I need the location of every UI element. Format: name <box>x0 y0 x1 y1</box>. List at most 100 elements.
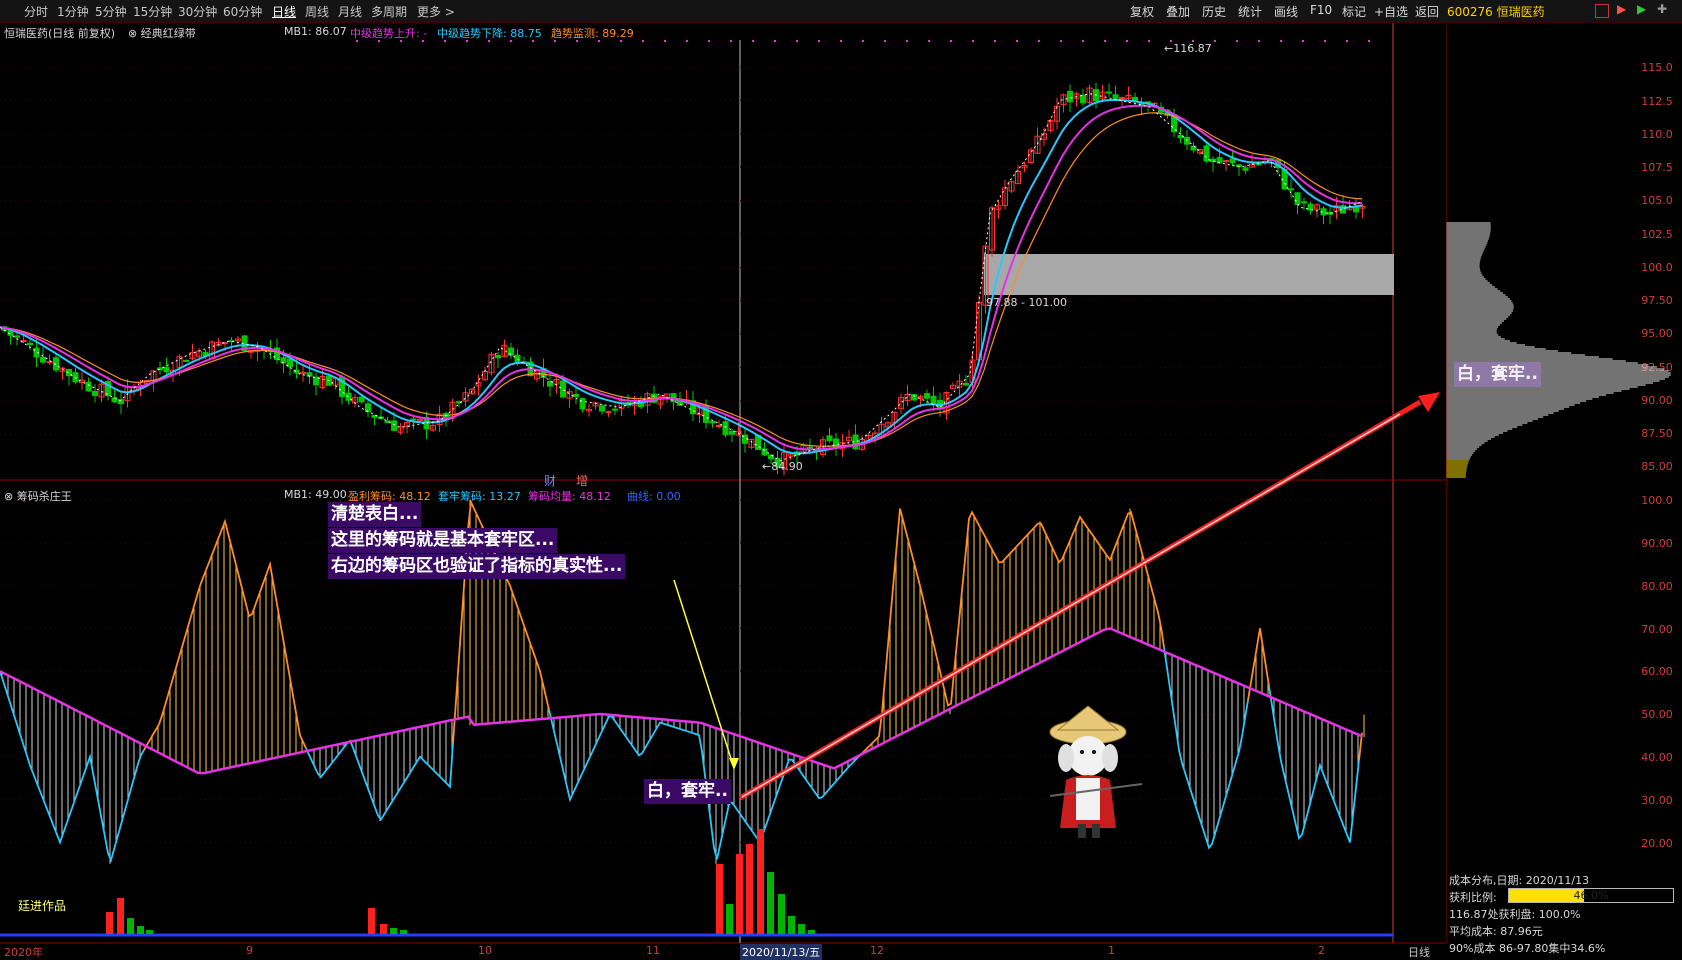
chip-distribution-panel <box>1445 23 1682 943</box>
candle-body <box>85 381 92 392</box>
volume-bar <box>767 872 774 934</box>
increase-marker[interactable]: 增 <box>576 472 588 489</box>
candle-body <box>1229 158 1236 164</box>
guide-dot <box>554 40 556 42</box>
guide-dot <box>1060 40 1062 42</box>
candle-body <box>417 418 423 421</box>
chip-volume-bars <box>106 829 815 934</box>
candle-body <box>1294 192 1301 205</box>
candle-body <box>729 430 735 435</box>
candle-body <box>1184 136 1190 145</box>
volume-bar <box>798 924 805 934</box>
candle-body <box>1236 164 1242 168</box>
volume-bar <box>757 829 764 934</box>
candle-body <box>1242 167 1249 171</box>
guide-dot <box>576 40 578 42</box>
candle-body <box>1177 134 1184 139</box>
avg-cost-line: 平均成本: 87.96元 <box>1449 925 1543 938</box>
menu-icon[interactable] <box>1595 4 1609 18</box>
candle-body <box>1106 91 1112 94</box>
flag-icon[interactable]: ▶ <box>1617 2 1626 16</box>
candle-body <box>287 358 293 368</box>
guide-dot <box>1148 40 1150 42</box>
curve-value: 曲线: 0.00 <box>627 490 681 503</box>
volume-bar <box>716 864 723 934</box>
volume-bar <box>746 844 753 934</box>
candle-body <box>826 435 833 442</box>
profit-at-price-line: 116.87处获利盘: 100.0% <box>1449 908 1581 921</box>
time-label: 1 <box>1108 944 1115 957</box>
candle-body <box>709 420 716 424</box>
guide-dot <box>1324 40 1326 42</box>
trapped-chips-value: 套牢筹码: 13.27 <box>438 490 521 503</box>
profit-trapped-line <box>143 518 307 751</box>
guide-dot <box>1214 40 1216 42</box>
chart-canvas <box>0 23 1446 944</box>
candle-body <box>573 394 579 398</box>
candle-body <box>1080 94 1086 104</box>
candle-body <box>560 380 566 398</box>
profit-ratio-bar: 46.0% <box>1508 888 1674 903</box>
annotation-line-3: 右边的筹码区也验证了指标的真实性... <box>328 554 626 579</box>
guide-dot <box>444 40 446 42</box>
candle-body <box>599 405 605 412</box>
annotation-line-1: 清楚表白... <box>328 502 422 527</box>
high-price-mark: ←116.87 <box>1164 42 1212 55</box>
candle-body <box>183 359 189 362</box>
profit-ratio-label: 获利比例: <box>1449 891 1497 904</box>
time-label: 2020年 <box>4 946 43 959</box>
candle-body <box>92 391 98 396</box>
guide-dot <box>730 40 732 42</box>
guide-dot <box>928 40 930 42</box>
mascot-image <box>1049 705 1143 838</box>
candle-body <box>358 396 365 403</box>
volume-bar <box>726 904 733 934</box>
guide-dot <box>796 40 798 42</box>
guide-dot <box>1346 40 1348 42</box>
volume-bar <box>400 930 407 934</box>
resistance-range-label: 97.88 - 101.00 <box>986 296 1067 309</box>
volume-bar <box>368 908 375 934</box>
yellow-arrowhead <box>729 758 739 770</box>
guide-dot <box>1082 40 1084 42</box>
guide-dot <box>1016 40 1018 42</box>
volume-bar <box>127 918 134 934</box>
candle-body <box>410 418 417 421</box>
guide-dot <box>620 40 622 42</box>
candle-body <box>807 446 813 449</box>
guide-dot <box>840 40 842 42</box>
volume-bar <box>117 898 124 934</box>
candle-body <box>716 425 722 428</box>
guide-dot <box>400 40 402 42</box>
guide-dot <box>862 40 864 42</box>
guide-dot <box>1236 40 1238 42</box>
play-icon[interactable]: ▶ <box>1637 2 1646 16</box>
guide-dot <box>972 40 974 42</box>
candle-body <box>930 395 937 404</box>
period-label: 日线 <box>1408 946 1430 959</box>
volume-bar <box>106 912 113 934</box>
settings-icon[interactable]: ✚ <box>1657 2 1667 16</box>
candle-body <box>163 366 170 373</box>
guide-dot <box>994 40 996 42</box>
profit-trapped-line <box>1163 647 1249 850</box>
chip-avg-value: 筹码均量: 48.12 <box>528 490 611 503</box>
candle-body <box>761 448 768 456</box>
candle-body <box>495 355 501 359</box>
guide-dot <box>884 40 886 42</box>
candle-body <box>1112 94 1119 99</box>
finance-marker[interactable]: 财 <box>544 472 556 489</box>
candle-body <box>605 411 612 414</box>
guide-dot <box>774 40 776 42</box>
volume-bar <box>808 930 815 934</box>
candle-body <box>14 335 20 338</box>
candle-body <box>1067 90 1073 103</box>
volume-bar <box>390 928 397 934</box>
sub-indicator-name[interactable]: ⊗ 筹码杀庄王 <box>4 488 72 504</box>
candle-body <box>365 403 371 413</box>
low-price-mark: ←84.90 <box>762 460 803 473</box>
time-label: 12 <box>870 944 884 957</box>
sub-mb1-value: MB1: 49.00 <box>284 488 347 501</box>
chip-average-line <box>0 627 1363 775</box>
time-label: 2 <box>1318 944 1325 957</box>
